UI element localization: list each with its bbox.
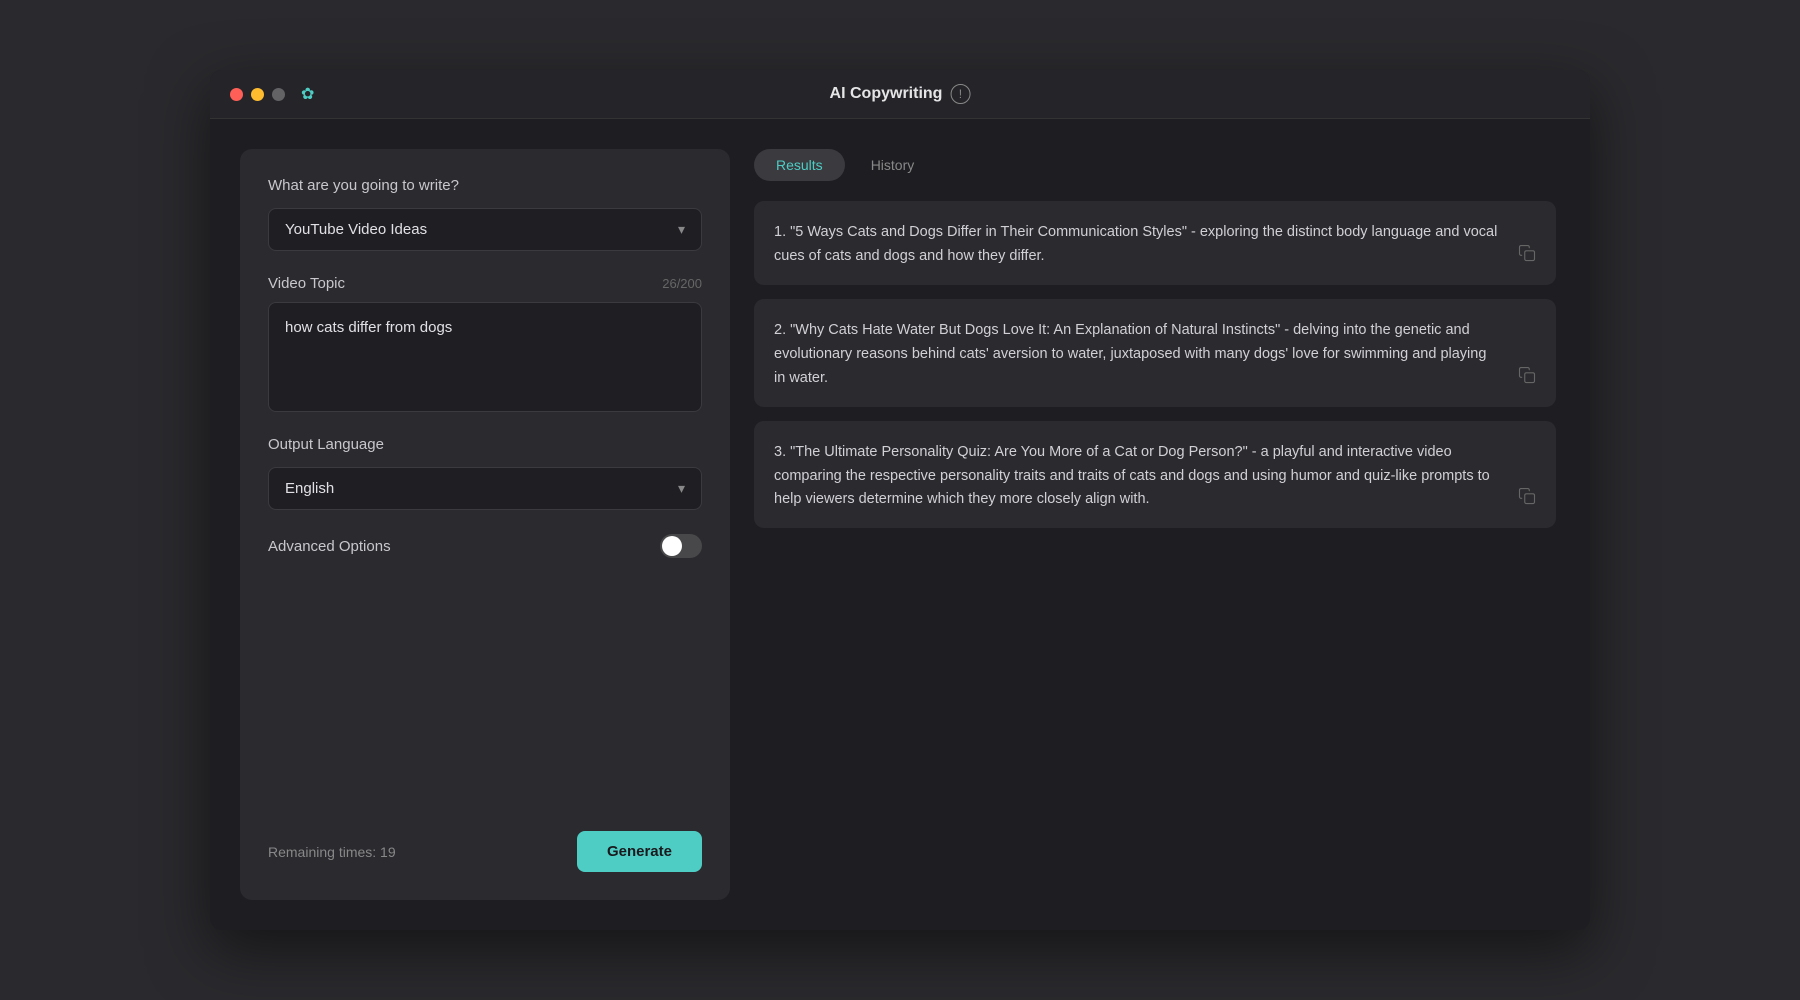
result-card-2: 2. "Why Cats Hate Water But Dogs Love It…: [754, 299, 1556, 407]
write-type-value: YouTube Video Ideas: [285, 221, 427, 238]
write-type-dropdown[interactable]: YouTube Video Ideas ▾: [268, 208, 702, 251]
chevron-down-icon: ▾: [678, 221, 685, 238]
app-window: ✿ AI Copywriting ! What are you going to…: [210, 70, 1590, 930]
copy-button-1[interactable]: [1514, 240, 1540, 271]
language-chevron-icon: ▾: [678, 480, 685, 497]
right-panel: Results History 1. "5 Ways Cats and Dogs…: [754, 149, 1560, 900]
language-dropdown[interactable]: English ▾: [268, 467, 702, 510]
char-count: 26/200: [662, 276, 702, 291]
info-symbol: !: [959, 87, 962, 101]
close-button[interactable]: [230, 88, 243, 101]
generate-button[interactable]: Generate: [577, 831, 702, 872]
result-text-3: 3. "The Ultimate Personality Quiz: Are Y…: [774, 441, 1536, 513]
fullscreen-button[interactable]: [272, 88, 285, 101]
results-list: 1. "5 Ways Cats and Dogs Differ in Their…: [754, 201, 1560, 900]
titlebar-center: AI Copywriting !: [830, 84, 971, 104]
language-value: English: [285, 480, 334, 497]
advanced-options-row: Advanced Options: [268, 534, 702, 558]
tabs: Results History: [754, 149, 1560, 181]
copy-button-2[interactable]: [1514, 362, 1540, 393]
remaining-times: Remaining times: 19: [268, 844, 396, 860]
topic-textarea[interactable]: how cats differ from dogs: [268, 302, 702, 412]
result-card-1: 1. "5 Ways Cats and Dogs Differ in Their…: [754, 201, 1556, 285]
left-panel: What are you going to write? YouTube Vid…: [240, 149, 730, 900]
copy-button-3[interactable]: [1514, 483, 1540, 514]
result-card-3: 3. "The Ultimate Personality Quiz: Are Y…: [754, 421, 1556, 529]
topic-header: Video Topic 26/200: [268, 275, 702, 292]
result-text-1: 1. "5 Ways Cats and Dogs Differ in Their…: [774, 221, 1536, 269]
traffic-lights: ✿: [230, 84, 314, 104]
pin-icon[interactable]: ✿: [301, 84, 314, 104]
titlebar: ✿ AI Copywriting !: [210, 70, 1590, 119]
tab-results[interactable]: Results: [754, 149, 845, 181]
advanced-options-toggle[interactable]: [660, 534, 702, 558]
write-label: What are you going to write?: [268, 177, 702, 194]
main-content: What are you going to write? YouTube Vid…: [210, 119, 1590, 930]
bottom-row: Remaining times: 19 Generate: [268, 831, 702, 872]
info-icon[interactable]: !: [950, 84, 970, 104]
tab-history[interactable]: History: [849, 149, 937, 181]
advanced-options-label: Advanced Options: [268, 538, 391, 555]
minimize-button[interactable]: [251, 88, 264, 101]
app-title: AI Copywriting: [830, 85, 943, 103]
result-text-2: 2. "Why Cats Hate Water But Dogs Love It…: [774, 319, 1536, 391]
output-language-label: Output Language: [268, 436, 702, 453]
toggle-knob: [662, 536, 682, 556]
topic-label: Video Topic: [268, 275, 345, 292]
